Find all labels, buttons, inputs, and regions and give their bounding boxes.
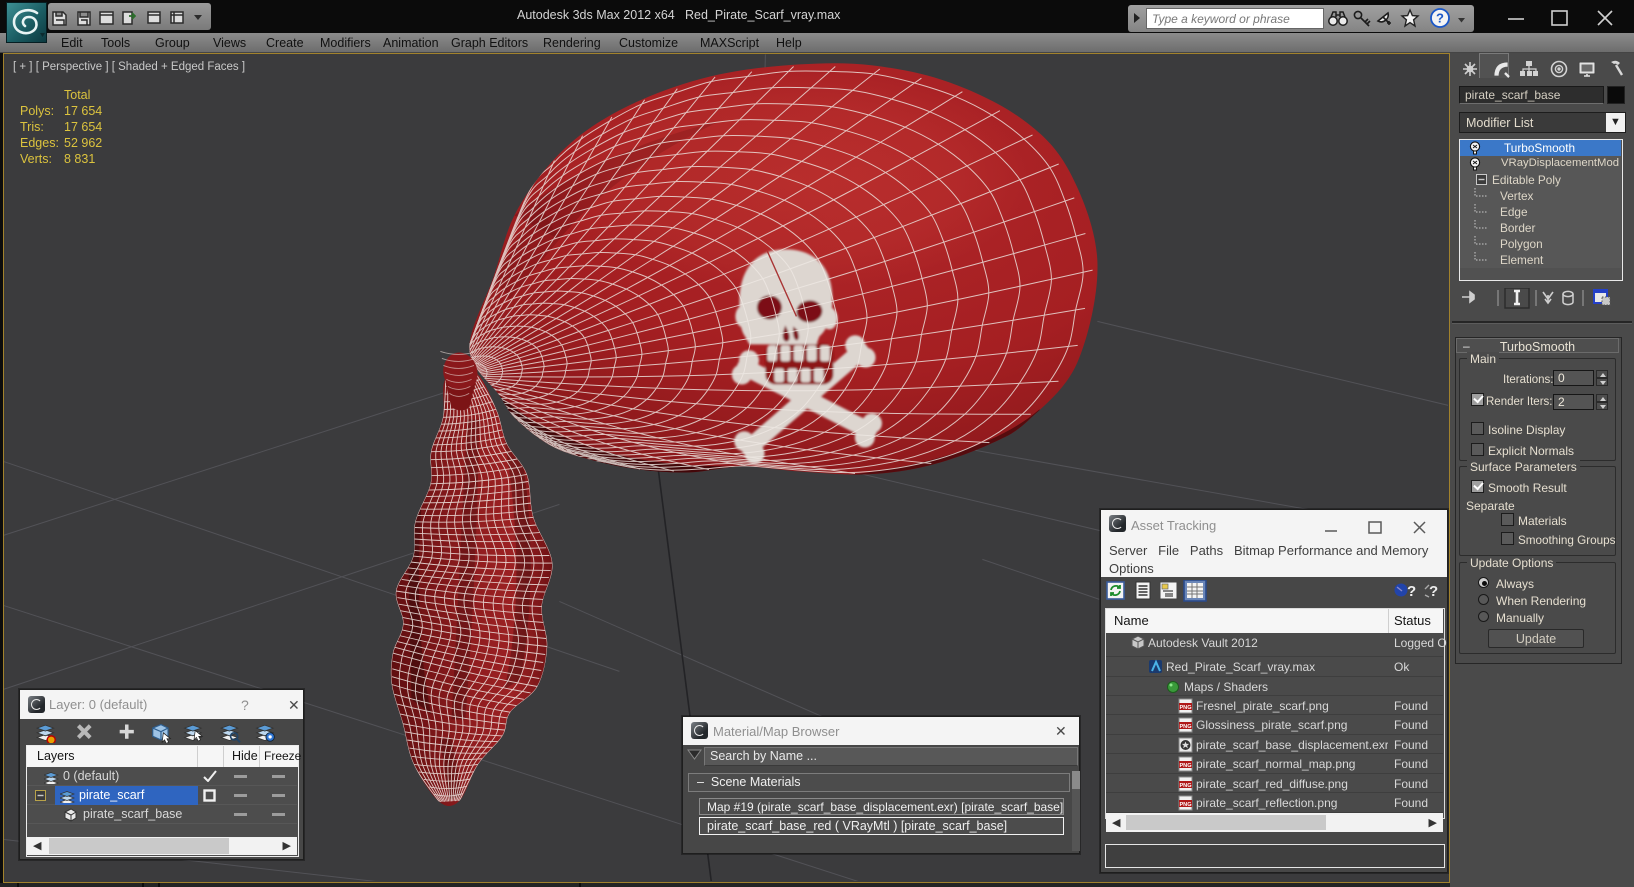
svg-text:PNG: PNG — [1179, 783, 1191, 789]
svg-text:?: ? — [1436, 11, 1444, 26]
svg-text:PNG: PNG — [1179, 802, 1191, 808]
svg-text:PNG: PNG — [1179, 763, 1191, 769]
svg-text:PNG: PNG — [1179, 724, 1191, 730]
svg-text:?: ? — [1429, 583, 1438, 600]
svg-text:?: ? — [1407, 583, 1416, 600]
svg-text:PNG: PNG — [1179, 705, 1191, 711]
